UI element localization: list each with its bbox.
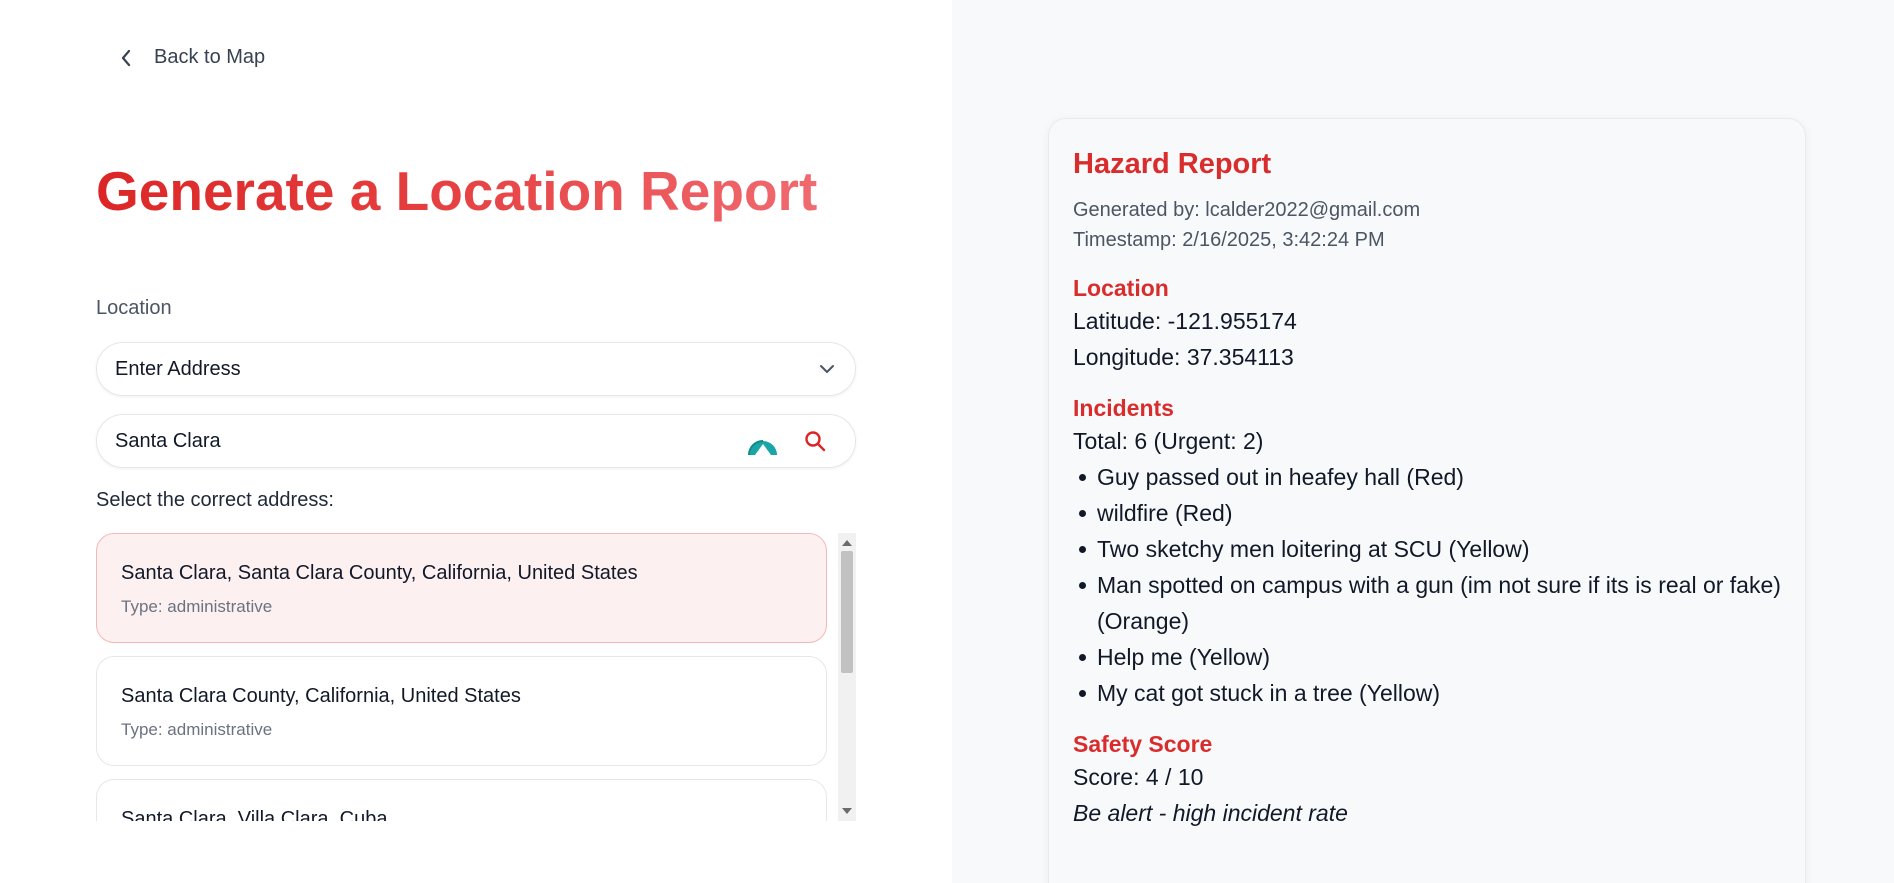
latitude-value: Latitude: -121.955174 [1073, 308, 1297, 334]
location-mode-value: Enter Address [115, 357, 241, 380]
search-icon[interactable] [803, 429, 827, 453]
chevron-down-icon [820, 365, 834, 373]
safety-score-heading: Safety Score [1073, 731, 1213, 757]
incident-item: Guy passed out in heafey hall (Red) [1073, 459, 1781, 495]
hazard-report-card: Hazard Report Generated by: lcalder2022@… [1048, 118, 1806, 883]
result-type: Type: administrative [121, 597, 273, 616]
location-mode-select[interactable]: Enter Address [96, 342, 856, 396]
address-results-list[interactable]: Santa Clara, Santa Clara County, Califor… [96, 533, 856, 821]
incident-item: My cat got stuck in a tree (Yellow) [1073, 675, 1781, 711]
incident-item: Two sketchy men loitering at SCU (Yellow… [1073, 531, 1781, 567]
page-title: Generate a Location Report [96, 160, 818, 222]
address-result-item[interactable]: Santa Clara County, California, United S… [96, 656, 827, 766]
location-label: Location [96, 297, 172, 319]
incidents-total: Total: 6 (Urgent: 2) [1073, 428, 1264, 454]
select-address-hint: Select the correct address: [96, 489, 334, 511]
teal-extension-icon[interactable] [747, 425, 779, 457]
scrollbar-thumb[interactable] [841, 551, 853, 673]
report-generated-by: Generated by: lcalder2022@gmail.com [1073, 199, 1421, 221]
back-to-map-link[interactable]: Back to Map [120, 46, 265, 69]
page: Back to Map Generate a Location Report L… [0, 0, 1894, 883]
results-scrollbar[interactable] [838, 533, 856, 821]
back-to-map-label: Back to Map [154, 46, 266, 68]
incident-item: wildfire (Red) [1073, 495, 1781, 531]
incidents-list: Guy passed out in heafey hall (Red) wild… [1073, 459, 1781, 711]
scroll-down-arrow-icon[interactable] [842, 808, 852, 814]
incident-item: Man spotted on campus with a gun (im not… [1073, 567, 1781, 639]
incidents-heading: Incidents [1073, 395, 1174, 421]
location-heading: Location [1073, 275, 1169, 301]
address-search-input[interactable]: Santa Clara [115, 430, 747, 453]
safety-score-value: Score: 4 / 10 [1073, 764, 1204, 790]
report-preview-panel: Hazard Report Generated by: lcalder2022@… [952, 0, 1894, 883]
report-title: Hazard Report [1073, 148, 1272, 180]
result-address: Santa Clara, Villa Clara, Cuba [121, 808, 388, 821]
report-form-panel: Back to Map Generate a Location Report L… [0, 0, 952, 883]
scroll-up-arrow-icon[interactable] [842, 540, 852, 546]
chevron-left-icon [121, 49, 131, 66]
result-address: Santa Clara County, California, United S… [121, 685, 521, 707]
result-type: Type: administrative [121, 720, 273, 739]
incident-item: Help me (Yellow) [1073, 639, 1781, 675]
longitude-value: Longitude: 37.354113 [1073, 344, 1294, 370]
result-address: Santa Clara, Santa Clara County, Califor… [121, 562, 638, 584]
address-result-item[interactable]: Santa Clara, Santa Clara County, Califor… [96, 533, 827, 643]
address-search-field[interactable]: Santa Clara [96, 414, 856, 468]
safety-score-note: Be alert - high incident rate [1073, 800, 1348, 826]
address-result-item[interactable]: Santa Clara, Villa Clara, Cuba [96, 779, 827, 821]
report-timestamp: Timestamp: 2/16/2025, 3:42:24 PM [1073, 229, 1385, 251]
